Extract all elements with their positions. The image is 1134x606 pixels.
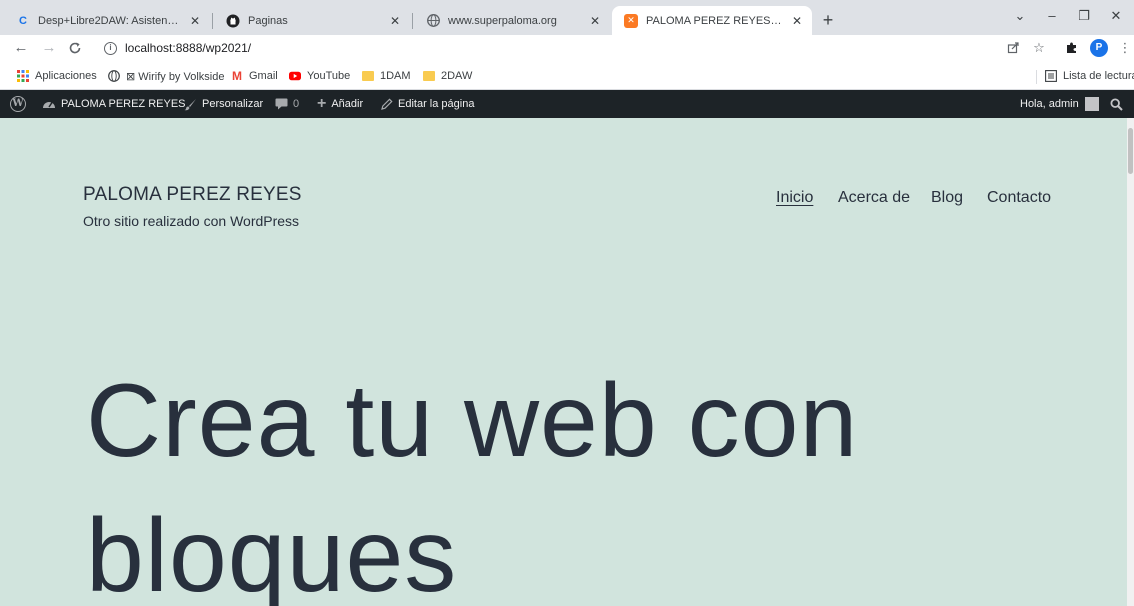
xampp-icon: ✕	[624, 13, 638, 28]
new-content-menu[interactable]: + Añadir	[317, 90, 363, 118]
apps-grid-icon	[17, 70, 29, 82]
hero-heading: Crea tu web con bloques	[86, 354, 858, 606]
tab-title: Desp+Libre2DAW: Asistencia Desp	[38, 14, 182, 27]
nav-item-blog[interactable]: Blog	[931, 189, 963, 207]
forward-arrow-icon[interactable]: →	[38, 37, 60, 59]
tab-search-chevron-icon[interactable]: ⌄	[1008, 6, 1032, 26]
wp-admin-bar: W PALOMA PEREZ REYES Personalizar 0 + Añ…	[0, 90, 1134, 118]
bookmark-label: 1DAM	[380, 70, 411, 82]
tab-separator	[212, 13, 213, 29]
new-tab-button[interactable]: +	[816, 9, 840, 33]
back-arrow-icon[interactable]: ←	[10, 37, 32, 59]
site-name-menu[interactable]: PALOMA PEREZ REYES	[42, 90, 186, 118]
browser-tab-strip: C Desp+Libre2DAW: Asistencia Desp ✕ Pagi…	[0, 0, 1134, 35]
bookmark-wirify[interactable]: ⊠ Wirify by Volkside	[108, 68, 224, 84]
tab-paginas[interactable]: Paginas ✕	[214, 6, 410, 35]
comments-link[interactable]: 0	[275, 90, 299, 118]
paintbrush-icon	[184, 98, 197, 111]
comments-count: 0	[293, 98, 300, 110]
bookmark-2daw[interactable]: 2DAW	[423, 68, 472, 84]
restore-button[interactable]: ❐	[1072, 6, 1096, 26]
bookmark-label: YouTube	[307, 70, 351, 82]
tab-paloma-active[interactable]: ✕ PALOMA PEREZ REYES – Otro sitio realiz…	[612, 6, 812, 35]
new-content-label: Añadir	[331, 98, 364, 110]
hero-line-1: Crea tu web con	[86, 363, 859, 479]
hero-line-2: bloques	[86, 498, 458, 606]
site-title[interactable]: PALOMA PEREZ REYES	[83, 184, 302, 206]
close-tab-icon[interactable]: ✕	[790, 14, 804, 28]
bookmark-label: Aplicaciones	[35, 70, 97, 82]
nav-item-contacto[interactable]: Contacto	[987, 189, 1051, 207]
bookmarks-separator	[1036, 70, 1037, 84]
customize-label: Personalizar	[202, 98, 264, 110]
close-window-button[interactable]: ✕	[1104, 6, 1128, 26]
site-description: Otro sitio realizado con WordPress	[83, 213, 300, 229]
tab-separator	[412, 13, 413, 29]
site-name-label: PALOMA PEREZ REYES	[61, 98, 186, 110]
bookmarks-bar: Aplicaciones ⊠ Wirify by Volkside M Gmai…	[0, 62, 1134, 90]
minimize-button[interactable]: –	[1040, 6, 1064, 26]
reading-list-icon	[1045, 70, 1057, 82]
site-info-icon[interactable]: i	[104, 41, 117, 55]
tab-title: www.superpaloma.org	[448, 14, 557, 27]
youtube-icon	[289, 70, 301, 82]
reload-icon[interactable]	[64, 37, 86, 59]
globe-icon	[426, 14, 440, 28]
scrollbar-thumb[interactable]	[1128, 128, 1133, 174]
bookmark-gmail[interactable]: M Gmail	[231, 68, 278, 84]
reading-list-label: Lista de lectura	[1063, 70, 1134, 82]
reading-list-button[interactable]: Lista de lectura	[1045, 68, 1134, 84]
plus-icon: +	[317, 95, 327, 112]
url-text: localhost:8888/wp2021/	[125, 41, 252, 55]
comment-bubble-icon	[275, 98, 288, 110]
bookmark-label: ⊠ Wirify by Volkside	[126, 70, 225, 83]
address-bar[interactable]: i localhost:8888/wp2021/	[96, 36, 996, 60]
my-account-menu[interactable]: Hola, admin	[1020, 90, 1099, 118]
tab-title: PALOMA PEREZ REYES – Otro sitio realizad…	[646, 14, 784, 27]
folder-icon	[423, 70, 435, 82]
globe-icon	[108, 70, 120, 82]
avatar	[1084, 97, 1099, 111]
classroom-icon: C	[19, 14, 27, 27]
page-content: PALOMA PEREZ REYES Otro sitio realizado …	[0, 118, 1134, 606]
dashboard-gauge-icon	[42, 98, 56, 110]
close-tab-icon[interactable]: ✕	[188, 14, 202, 28]
folder-icon	[362, 70, 374, 82]
wordpress-logo-icon: W	[10, 96, 26, 112]
close-tab-icon[interactable]: ✕	[588, 14, 602, 28]
bookmark-youtube[interactable]: YouTube	[289, 68, 350, 84]
close-tab-icon[interactable]: ✕	[388, 14, 402, 28]
tab-title: Paginas	[248, 14, 288, 27]
extensions-puzzle-icon[interactable]	[1062, 39, 1080, 57]
tab-asistencia[interactable]: C Desp+Libre2DAW: Asistencia Desp ✕	[4, 6, 210, 35]
nav-item-inicio[interactable]: Inicio	[776, 189, 813, 207]
edit-page-link[interactable]: Editar la página	[381, 90, 474, 118]
nav-item-acerca-de[interactable]: Acerca de	[838, 189, 910, 207]
wp-logo-menu[interactable]: W	[10, 90, 26, 118]
more-menu-icon[interactable]: ⋮	[1116, 39, 1134, 57]
page-scrollbar[interactable]	[1127, 118, 1134, 606]
gmail-icon: M	[232, 69, 242, 83]
github-icon	[226, 14, 240, 28]
bookmark-label: Gmail	[249, 70, 278, 82]
greeting-label: Hola, admin	[1020, 98, 1079, 110]
pencil-icon	[381, 98, 393, 110]
search-icon	[1110, 97, 1123, 111]
profile-avatar[interactable]: P	[1090, 39, 1108, 57]
bookmark-star-icon[interactable]: ☆	[1030, 39, 1048, 57]
tab-superpaloma[interactable]: www.superpaloma.org ✕	[414, 6, 610, 35]
bookmark-aplicaciones[interactable]: Aplicaciones	[17, 68, 97, 84]
customize-link[interactable]: Personalizar	[184, 90, 263, 118]
edit-page-label: Editar la página	[398, 98, 475, 110]
share-icon[interactable]	[1004, 39, 1022, 57]
browser-toolbar: ← → i localhost:8888/wp2021/ ☆ P ⋮	[0, 35, 1134, 62]
bookmark-1dam[interactable]: 1DAM	[362, 68, 411, 84]
bookmark-label: 2DAW	[441, 70, 473, 82]
admin-search-button[interactable]	[1110, 90, 1128, 118]
